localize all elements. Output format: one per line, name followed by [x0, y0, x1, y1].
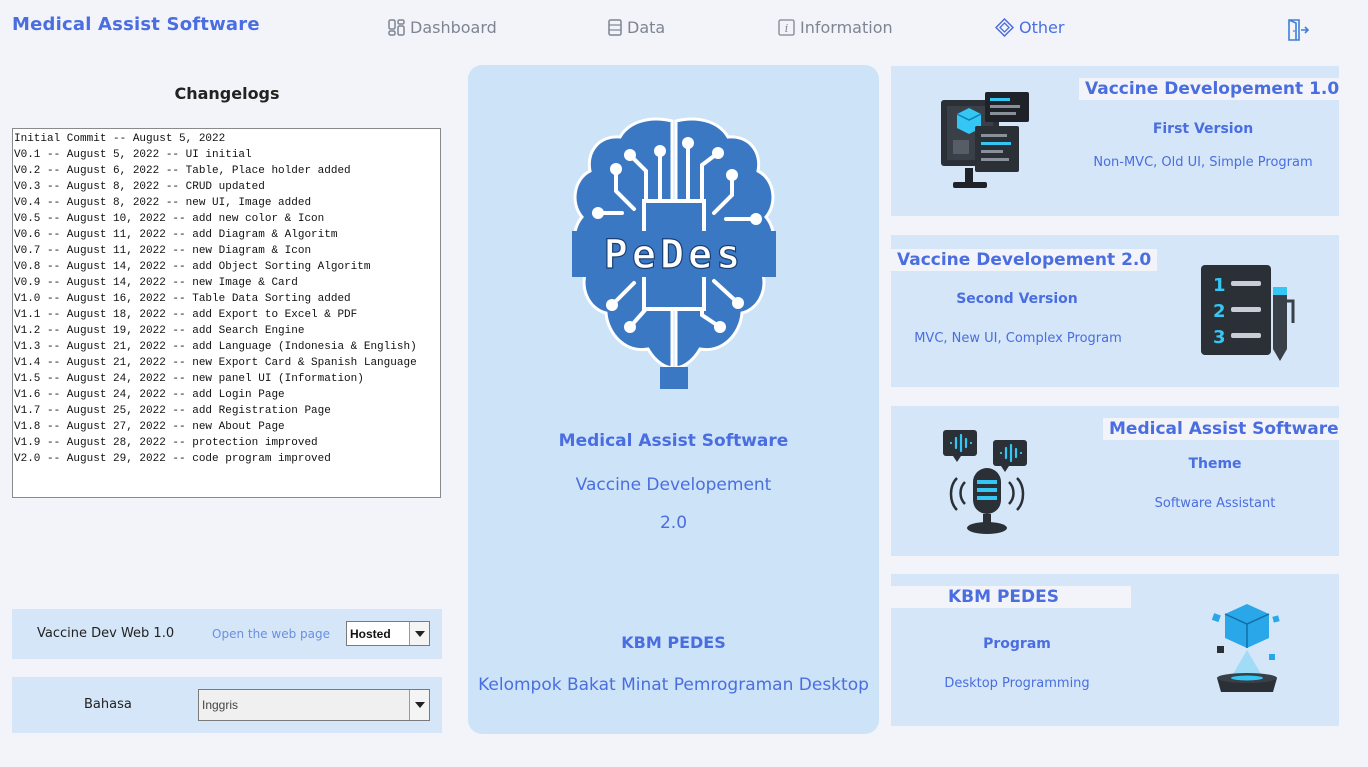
logout-button[interactable] — [1286, 18, 1310, 47]
changelog-line: V0.6 -- August 11, 2022 -- add Diagram &… — [14, 229, 338, 241]
card-tag: KBM PEDES — [891, 586, 1131, 608]
card-theme: Medical Assist Software Theme Software A… — [891, 406, 1339, 556]
card-line-1: Second Version — [956, 291, 1078, 307]
nav-data[interactable]: Data — [608, 18, 665, 37]
language-label: Bahasa — [84, 697, 132, 712]
changelog-textbox[interactable]: Initial Commit -- August 5, 2022 V0.1 --… — [12, 128, 441, 498]
center-org: KBM PEDES — [621, 633, 726, 652]
changelog-line: V0.1 -- August 5, 2022 -- UI initial — [14, 149, 252, 161]
changelog-line: V1.4 -- August 21, 2022 -- new Export Ca… — [14, 357, 417, 369]
changelog-line: V0.4 -- August 8, 2022 -- new UI, Image … — [14, 197, 312, 209]
brain-logo-icon: PeDes — [572, 117, 776, 389]
nav-information[interactable]: i Information — [778, 18, 893, 37]
changelog-line: V1.1 -- August 18, 2022 -- add Export to… — [14, 309, 358, 321]
changelog-line: V1.8 -- August 27, 2022 -- new About Pag… — [14, 421, 285, 433]
nav-other-label: Other — [1019, 18, 1065, 37]
card-line-1: Theme — [1188, 456, 1242, 472]
center-subtitle: Vaccine Developement — [575, 475, 772, 495]
data-icon — [608, 19, 622, 36]
nav-data-label: Data — [627, 18, 666, 37]
card-vaccine-2: Vaccine Developement 2.0 Second Version … — [891, 235, 1339, 387]
card-line-2: Software Assistant — [1154, 496, 1276, 511]
language-bar: Bahasa Inggris — [12, 677, 442, 733]
info-icon: i — [778, 19, 795, 36]
nav-dashboard[interactable]: Dashboard — [388, 18, 497, 37]
changelog-line: V0.2 -- August 6, 2022 -- Table, Place h… — [14, 165, 351, 177]
changelog-line: V0.3 -- August 8, 2022 -- CRUD updated — [14, 181, 265, 193]
card-tag: Vaccine Developement 1.0 — [1079, 78, 1339, 100]
app-title: Medical Assist Software — [12, 14, 260, 35]
nav-dashboard-label: Dashboard — [410, 18, 497, 37]
dashboard-icon — [388, 19, 405, 36]
web-bar: Vaccine Dev Web 1.0 Open the web page Ho… — [12, 609, 442, 659]
svg-text:3: 3 — [1213, 327, 1226, 348]
changelog-line: V0.5 -- August 10, 2022 -- add new color… — [14, 213, 325, 225]
changelog-line: V1.3 -- August 21, 2022 -- add Language … — [14, 341, 417, 353]
center-panel: PeDes Medical Assist Software Vaccine De… — [468, 65, 879, 734]
card-line-1: First Version — [1152, 121, 1254, 137]
center-title: Medical Assist Software — [558, 431, 789, 451]
chevron-down-icon — [409, 622, 429, 645]
language-select[interactable]: Inggris — [198, 689, 430, 721]
svg-text:i: i — [785, 22, 789, 35]
card-line-2: Non-MVC, Old UI, Simple Program — [1093, 155, 1313, 170]
card-line-2: MVC, New UI, Complex Program — [914, 331, 1122, 346]
hosting-select[interactable]: Hosted — [346, 621, 430, 646]
changelog-line: V2.0 -- August 29, 2022 -- code program … — [14, 453, 331, 465]
hosting-select-value: Hosted — [350, 626, 391, 641]
center-org-full: Kelompok Bakat Minat Pemrograman Desktop — [478, 675, 869, 695]
svg-text:2: 2 — [1213, 301, 1226, 322]
changelog-line: V0.7 -- August 11, 2022 -- new Diagram &… — [14, 245, 312, 257]
language-select-value: Inggris — [202, 698, 239, 712]
changelog-line: V1.2 -- August 19, 2022 -- add Search En… — [14, 325, 305, 337]
web-label: Vaccine Dev Web 1.0 — [37, 626, 175, 641]
logout-icon — [1288, 19, 1310, 41]
changelog-line: V0.8 -- August 14, 2022 -- add Object So… — [14, 261, 371, 273]
changelog-line: V1.7 -- August 25, 2022 -- add Registrat… — [14, 405, 331, 417]
card-line-1: Program — [983, 636, 1051, 652]
monitor-icon — [941, 92, 1029, 188]
changelog-line: V1.6 -- August 24, 2022 -- add Login Pag… — [14, 389, 285, 401]
card-line-2: Desktop Programming — [944, 676, 1090, 691]
changelog-title: Changelogs — [174, 84, 280, 103]
card-program: KBM PEDES Program Desktop Programming — [891, 574, 1339, 726]
microphone-icon — [943, 430, 1027, 534]
card-vaccine-1: Vaccine Developement 1.0 First Version N… — [891, 66, 1339, 216]
nav-information-label: Information — [800, 18, 893, 37]
center-version: 2.0 — [659, 513, 688, 533]
chevron-down-icon — [409, 690, 429, 720]
nav-other[interactable]: Other — [995, 18, 1064, 37]
card-tag: Vaccine Developement 2.0 — [891, 249, 1158, 271]
brain-logo-text: PeDes — [604, 232, 744, 278]
changelog-line: V1.5 -- August 24, 2022 -- new panel UI … — [14, 373, 364, 385]
svg-text:1: 1 — [1213, 275, 1226, 296]
hologram-cube-icon — [1211, 604, 1280, 692]
open-web-link[interactable]: Open the web page — [212, 627, 330, 641]
changelog-line: Initial Commit -- August 5, 2022 — [14, 133, 226, 145]
changelog-line: V1.9 -- August 28, 2022 -- protection im… — [14, 437, 318, 449]
card-tag: Medical Assist Software — [1103, 418, 1339, 440]
diamond-icon — [995, 18, 1014, 37]
changelog-line: V1.0 -- August 16, 2022 -- Table Data So… — [14, 293, 351, 305]
changelog-line: V0.9 -- August 14, 2022 -- new Image & C… — [14, 277, 298, 289]
checklist-icon: 1 2 3 — [1201, 265, 1295, 361]
